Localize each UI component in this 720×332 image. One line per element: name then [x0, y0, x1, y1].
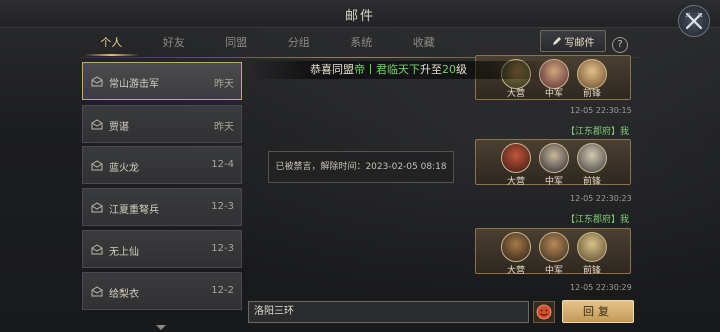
- mail-date: 12-2: [211, 285, 234, 296]
- role-vanguard: 前锋: [582, 89, 601, 99]
- window-title: 邮件: [344, 9, 375, 24]
- write-mail-button[interactable]: 写邮件: [540, 30, 606, 52]
- scroll-down-arrow-icon[interactable]: [156, 325, 166, 330]
- tab-alliance[interactable]: 同盟: [205, 32, 268, 54]
- list-item[interactable]: 贾谌 昨天: [82, 105, 242, 143]
- role-middle: 中军: [544, 266, 563, 276]
- message-card[interactable]: 大营 中军 前锋: [475, 228, 631, 276]
- sender-name: 无上仙: [109, 247, 139, 258]
- tab-favorites[interactable]: 收藏: [393, 32, 456, 54]
- message-sender: 【江东郡府】我: [566, 215, 630, 225]
- message-timestamp: 12-05 22:30:29: [570, 283, 632, 292]
- smiley-icon: [536, 304, 552, 320]
- envelope-icon: [91, 160, 103, 171]
- envelope-icon: [91, 76, 103, 87]
- tab-friends[interactable]: 好友: [143, 32, 206, 54]
- role-vanguard: 前锋: [582, 177, 601, 187]
- message-sender: 【江东郡府】我: [566, 127, 630, 137]
- mail-date: 昨天: [214, 79, 234, 90]
- mail-date: 12-3: [211, 243, 234, 254]
- avatar: [501, 232, 531, 262]
- announce-text-3: 级: [456, 63, 467, 76]
- mail-date: 12-3: [211, 201, 234, 212]
- sender-name: 贾谌: [109, 122, 129, 133]
- announce-level: 20: [442, 63, 456, 76]
- mail-date: 昨天: [214, 122, 234, 133]
- crossed-swords-icon: [685, 12, 703, 30]
- message-card[interactable]: 大营 中军 前锋: [475, 139, 631, 187]
- help-button[interactable]: ?: [612, 37, 628, 53]
- close-button[interactable]: [678, 5, 710, 37]
- avatar: [539, 143, 569, 173]
- sender-name: 常山游击军: [109, 79, 159, 90]
- tab-system[interactable]: 系统: [330, 32, 393, 54]
- sender-name: 给梨衣: [109, 289, 139, 300]
- tab-group[interactable]: 分组: [268, 32, 331, 54]
- avatar: [577, 143, 607, 173]
- alliance-announcement: 恭喜同盟帝丨君临天下升至20级: [250, 61, 550, 79]
- announce-text-1: 恭喜同盟: [310, 63, 354, 76]
- role-camp: 大营: [506, 177, 525, 187]
- avatar: [501, 143, 531, 173]
- list-item[interactable]: 给梨衣 12-2: [82, 272, 242, 310]
- emoji-button[interactable]: [533, 301, 555, 323]
- role-middle: 中军: [544, 89, 563, 99]
- avatar: [539, 232, 569, 262]
- envelope-icon: [91, 286, 103, 297]
- envelope-icon: [91, 202, 103, 213]
- mail-date: 12-4: [211, 159, 234, 170]
- mail-sidebar: 常山游击军 昨天 贾谌 昨天 蓝火龙 12-4 江夏重弩兵 12-3 无上仙 1…: [80, 61, 244, 332]
- list-item[interactable]: 江夏重弩兵 12-3: [82, 188, 242, 226]
- title-bar: 邮件: [0, 0, 720, 28]
- message-timestamp: 12-05 22:30:23: [570, 194, 632, 203]
- envelope-icon: [91, 244, 103, 255]
- tab-personal[interactable]: 个人: [80, 32, 143, 56]
- role-middle: 中军: [544, 177, 563, 187]
- mail-tabs: 个人 好友 同盟 分组 系统 收藏: [80, 32, 455, 56]
- announce-text-2: 升至: [420, 63, 442, 76]
- sender-name: 蓝火龙: [109, 163, 139, 174]
- role-camp: 大营: [506, 89, 525, 99]
- pencil-icon: [552, 37, 561, 45]
- envelope-icon: [91, 119, 103, 130]
- avatar: [577, 232, 607, 262]
- role-vanguard: 前锋: [582, 266, 601, 276]
- sender-name: 江夏重弩兵: [109, 205, 159, 216]
- list-item[interactable]: 蓝火龙 12-4: [82, 146, 242, 184]
- message-timestamp: 12-05 22:30:15: [570, 106, 632, 115]
- avatar: [577, 59, 607, 89]
- reply-button[interactable]: 回复: [562, 300, 634, 323]
- role-camp: 大营: [506, 266, 525, 276]
- announce-alliance-name: 帝丨君临天下: [354, 63, 420, 76]
- mute-notice: 已被禁言，解除时间：2023-02-05 08:18: [268, 151, 454, 183]
- list-item[interactable]: 无上仙 12-3: [82, 230, 242, 268]
- message-input[interactable]: 洛阳三环: [248, 301, 529, 323]
- write-mail-label: 写邮件: [564, 37, 595, 49]
- list-item[interactable]: 常山游击军 昨天: [82, 62, 242, 100]
